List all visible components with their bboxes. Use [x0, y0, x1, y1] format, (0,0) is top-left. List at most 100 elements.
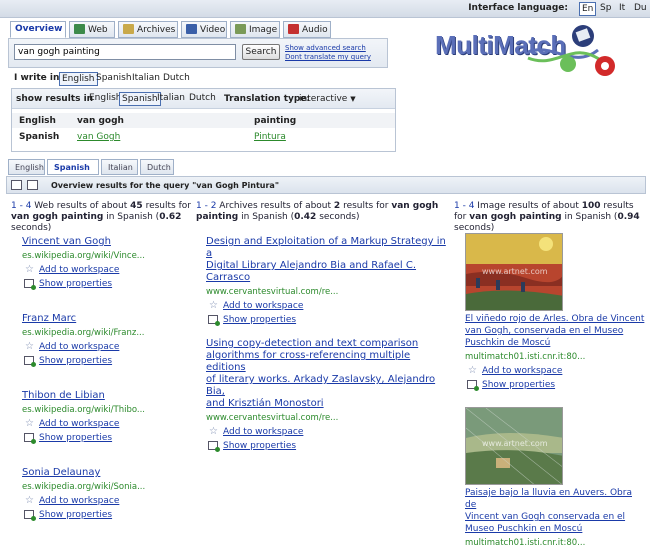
video-icon — [186, 24, 197, 34]
result-tab-spanish[interactable]: Spanish — [47, 159, 99, 175]
write-in-english[interactable]: English — [59, 72, 98, 86]
show-properties-link[interactable]: Show properties — [206, 314, 446, 326]
archive-result-url: www.cervantesvirtual.com/re... — [206, 287, 339, 297]
tab-archives[interactable]: Archives — [118, 21, 178, 38]
web-result-title[interactable]: Sonia Delaunay — [22, 467, 100, 478]
add-to-workspace-link[interactable]: ☆ Add to workspace — [22, 341, 192, 353]
target-lang: Spanish — [19, 132, 60, 142]
landscape-painting-image: www.artnet.com — [466, 408, 562, 484]
archive-icon — [123, 24, 134, 34]
image-thumbnail-2[interactable]: www.artnet.com — [465, 407, 563, 485]
write-in-dutch[interactable]: Dutch — [161, 72, 192, 84]
properties-icon — [24, 510, 36, 521]
image-result-1: El viñedo rojo de Arles. Obra de Vincent… — [465, 313, 645, 391]
write-in-spanish[interactable]: Spanish — [94, 72, 134, 84]
add-to-workspace-link[interactable]: ☆ Add to workspace — [22, 418, 192, 430]
show-properties-link[interactable]: Show properties — [22, 278, 192, 290]
show-results-italian[interactable]: Italian — [155, 92, 187, 104]
list-view-icon[interactable] — [11, 180, 22, 190]
overview-bar: Overview results for the query "van Gogh… — [6, 176, 646, 194]
web-result-title[interactable]: Thibon de Libian — [22, 390, 105, 401]
svg-text:www.artnet.com: www.artnet.com — [482, 439, 548, 448]
archive-result-url: www.cervantesvirtual.com/re... — [206, 413, 339, 423]
star-icon: ☆ — [25, 341, 34, 352]
header-term-1: van gogh — [77, 116, 124, 126]
archive-result-title[interactable]: Using copy-detection and text comparison… — [206, 338, 435, 409]
add-to-workspace-link[interactable]: ☆ Add to workspace — [22, 495, 192, 507]
archive-result-2: Using copy-detection and text comparison… — [206, 338, 446, 452]
show-results-dutch[interactable]: Dutch — [187, 92, 218, 104]
write-in-label: I write in — [14, 73, 60, 83]
dont-translate-link[interactable]: Dont translate my query — [285, 53, 371, 61]
translation-row: Spanish van Gogh Pintura — [12, 129, 395, 144]
globe-icon — [74, 24, 85, 34]
interface-language-bar: Interface language: En Sp It Du — [0, 0, 650, 18]
add-to-workspace-link[interactable]: ☆ Add to workspace — [465, 365, 645, 377]
lang-it[interactable]: It — [617, 2, 627, 14]
web-result-url: es.wikipedia.org/wiki/Vince... — [22, 251, 145, 261]
header-term-2: painting — [254, 116, 297, 126]
image-result-url: multimatch01.isti.cnr.it:80... — [465, 352, 586, 362]
add-to-workspace-link[interactable]: ☆ Add to workspace — [22, 264, 192, 276]
translation-type-select[interactable]: interactive ▼ — [299, 94, 356, 104]
star-icon: ☆ — [25, 418, 34, 429]
lang-sp[interactable]: Sp — [598, 2, 613, 14]
translation-term-2[interactable]: Pintura — [254, 132, 286, 142]
tab-video[interactable]: Video — [181, 21, 227, 38]
translation-type-label: Translation type: — [224, 94, 311, 104]
add-to-workspace-link[interactable]: ☆ Add to workspace — [206, 426, 446, 438]
web-result-url: es.wikipedia.org/wiki/Thibo... — [22, 405, 146, 415]
web-result-url: es.wikipedia.org/wiki/Sonia... — [22, 482, 146, 492]
archive-result-1: Design and Exploitation of a Markup Stra… — [206, 236, 446, 326]
write-in-bar: I write in English Spanish Italian Dutch — [8, 70, 396, 86]
web-result-3: Thibon de Libian es.wikipedia.org/wiki/T… — [22, 390, 192, 444]
show-results-label: show results in — [16, 94, 94, 104]
add-to-workspace-link[interactable]: ☆ Add to workspace — [206, 300, 446, 312]
result-tab-italian[interactable]: Italian — [101, 159, 138, 175]
web-result-2: Franz Marc es.wikipedia.org/wiki/Franz..… — [22, 313, 192, 367]
result-tab-dutch[interactable]: Dutch — [140, 159, 174, 175]
write-in-italian[interactable]: Italian — [130, 72, 162, 84]
tab-audio[interactable]: Audio — [283, 21, 331, 38]
tab-web[interactable]: Web — [69, 21, 115, 38]
lang-du[interactable]: Du — [632, 2, 649, 14]
show-properties-link[interactable]: Show properties — [22, 509, 192, 521]
translation-header-row: English van gogh painting — [12, 113, 395, 128]
image-result-caption[interactable]: Paisaje bajo la lluvia en Auvers. Obra d… — [465, 488, 632, 534]
star-icon: ☆ — [25, 495, 34, 506]
image-result-url: multimatch01.isti.cnr.it:80... — [465, 538, 586, 548]
translation-term-1[interactable]: van Gogh — [77, 132, 120, 142]
show-properties-link[interactable]: Show properties — [22, 432, 192, 444]
star-icon: ☆ — [25, 264, 34, 275]
header-source-lang: English — [19, 116, 56, 126]
show-properties-link[interactable]: Show properties — [22, 355, 192, 367]
tab-overview[interactable]: Overview — [10, 21, 66, 38]
result-tab-english[interactable]: English — [8, 159, 45, 175]
properties-icon — [24, 356, 36, 367]
interface-language-label: Interface language: — [468, 3, 568, 13]
web-result-url: es.wikipedia.org/wiki/Franz... — [22, 328, 145, 338]
web-result-title[interactable]: Franz Marc — [22, 313, 76, 324]
chevron-down-icon: ▼ — [350, 95, 356, 103]
show-properties-link[interactable]: Show properties — [206, 440, 446, 452]
show-properties-link[interactable]: Show properties — [465, 379, 645, 391]
archive-result-title[interactable]: Design and Exploitation of a Markup Stra… — [206, 236, 446, 283]
archives-results-summary: 1 - 2 Archives results of about 2 result… — [196, 201, 439, 222]
tab-image[interactable]: Image — [230, 21, 280, 38]
image-result-caption[interactable]: El viñedo rojo de Arles. Obra de Vincent… — [465, 314, 644, 348]
search-input[interactable] — [14, 44, 236, 60]
search-button[interactable]: Search — [242, 44, 280, 60]
web-results-summary: 1 - 4 Web results of about 45 results fo… — [11, 201, 191, 233]
svg-text:www.artnet.com: www.artnet.com — [482, 267, 548, 276]
web-result-1: Vincent van Gogh es.wikipedia.org/wiki/V… — [22, 236, 192, 290]
properties-icon — [208, 315, 220, 326]
image-thumbnail-1[interactable]: www.artnet.com — [465, 233, 563, 311]
grid-view-icon[interactable] — [27, 180, 38, 190]
web-result-title[interactable]: Vincent van Gogh — [22, 236, 111, 247]
properties-icon — [208, 441, 220, 452]
image-results-summary: 1 - 4 Image results of about 100 results… — [454, 201, 640, 233]
advanced-search-link[interactable]: Show advanced search — [285, 44, 366, 52]
lang-en[interactable]: En — [579, 2, 597, 16]
properties-icon — [467, 380, 479, 391]
search-options: Show advanced search Dont translate my q… — [285, 44, 371, 62]
